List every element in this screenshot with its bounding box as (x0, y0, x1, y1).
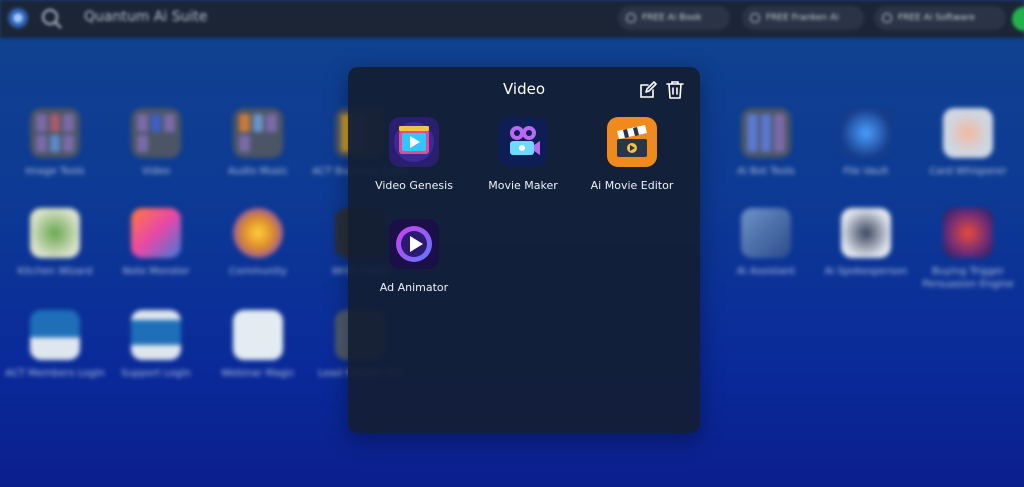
video-genesis-icon (389, 117, 439, 167)
desktop-app-label: Buying Trigger Persuasion Engine (922, 266, 1014, 290)
desktop-app-label: Kitchen Wizard (17, 266, 93, 277)
movie-camera-icon (498, 117, 548, 167)
top-bar: Quantum Ai Suite FREE Ai Book FREE Frank… (0, 0, 1024, 38)
desktop-app-label: Note Monster (122, 266, 190, 277)
buying-trigger-icon (943, 208, 993, 258)
desktop-app[interactable]: Ai Spokesperson (816, 208, 916, 278)
app-video-genesis[interactable]: Video Genesis (359, 117, 469, 192)
info-icon (750, 13, 760, 23)
free-franken-ai-label: FREE Franken Ai (766, 13, 839, 23)
free-franken-ai-button[interactable]: FREE Franken Ai (742, 6, 864, 30)
desktop-app[interactable]: Ai Assistant (716, 208, 816, 278)
desktop-app[interactable]: Support Login (106, 310, 206, 380)
card-whisperer-icon (943, 108, 993, 158)
app-movie-maker[interactable]: Movie Maker (468, 117, 578, 192)
app-label: Video Genesis (375, 179, 453, 192)
desktop-app-label: Community (229, 266, 287, 277)
avatar[interactable] (1012, 7, 1024, 31)
trash-icon[interactable] (666, 80, 684, 100)
free-ai-book-label: FREE Ai Book (642, 13, 702, 23)
desktop-app-label: Image Tools (25, 166, 85, 177)
desktop-app[interactable]: Image Tools (5, 108, 105, 178)
app-ai-movie-editor[interactable]: Ai Movie Editor (577, 117, 687, 192)
desktop-app[interactable]: Video (106, 108, 206, 178)
app-label: Movie Maker (488, 179, 558, 192)
quantum-logo-icon[interactable] (6, 5, 30, 31)
clapperboard-icon (607, 117, 657, 167)
free-ai-software-label: FREE Ai Software (898, 13, 975, 23)
desktop-app[interactable]: Webinar Magic (208, 310, 308, 380)
desktop-app-label: Ai Spokesperson (824, 266, 908, 277)
app-title: Quantum Ai Suite (84, 9, 208, 25)
desktop-app[interactable]: Note Monster (106, 208, 206, 278)
desktop-app-label: File Vault (843, 166, 889, 177)
desktop-app-label: ACT Members Login (5, 368, 105, 379)
desktop-app-label: Ai Bot Tools (737, 166, 795, 177)
desktop-app-label: Ai Assistant (736, 266, 796, 277)
folder-icon (233, 108, 283, 158)
desktop-app-label: Video (141, 166, 171, 177)
desktop-app[interactable]: Card Whisperer (918, 108, 1018, 178)
desktop-app[interactable]: Kitchen Wizard (5, 208, 105, 278)
ai-assistant-icon (741, 208, 791, 258)
ai-spokesperson-icon (841, 208, 891, 258)
app-label: Ad Animator (379, 281, 449, 294)
desktop-app[interactable]: Ai Bot Tools (716, 108, 816, 178)
support-login-icon (131, 310, 181, 360)
free-ai-book-button[interactable]: FREE Ai Book (618, 6, 730, 30)
desktop-app-label: Webinar Magic (221, 368, 295, 379)
desktop-app-label: Audio Music (227, 166, 289, 177)
edit-icon[interactable] (638, 80, 658, 100)
webinar-magic-icon (233, 310, 283, 360)
kitchen-wizard-icon (30, 208, 80, 258)
desktop-app[interactable]: ACT Members Login (5, 310, 105, 380)
folder-icon (30, 108, 80, 158)
act-members-icon (30, 310, 80, 360)
app-ad-animator[interactable]: Ad Animator (359, 219, 469, 294)
folder-icon (741, 108, 791, 158)
desktop-app-label: Card Whisperer (929, 166, 1007, 177)
desktop-app[interactable]: Buying Trigger Persuasion Engine (918, 208, 1018, 291)
note-monster-icon (131, 208, 181, 258)
folder-icon (131, 108, 181, 158)
app-label: Ai Movie Editor (590, 179, 674, 192)
info-icon (626, 13, 636, 23)
community-icon (233, 208, 283, 258)
search-icon[interactable] (40, 7, 64, 31)
folder-popup: Video Video Genesis Movie Maker Ai Movie… (348, 67, 700, 433)
file-vault-icon (841, 108, 891, 158)
free-ai-software-button[interactable]: FREE Ai Software (874, 6, 1006, 30)
desktop-app[interactable]: File Vault (816, 108, 916, 178)
desktop-app[interactable]: Audio Music (208, 108, 308, 178)
info-icon (882, 13, 892, 23)
play-button-icon (389, 219, 439, 269)
desktop-app[interactable]: Community (208, 208, 308, 278)
desktop-app-label: Support Login (121, 368, 191, 379)
